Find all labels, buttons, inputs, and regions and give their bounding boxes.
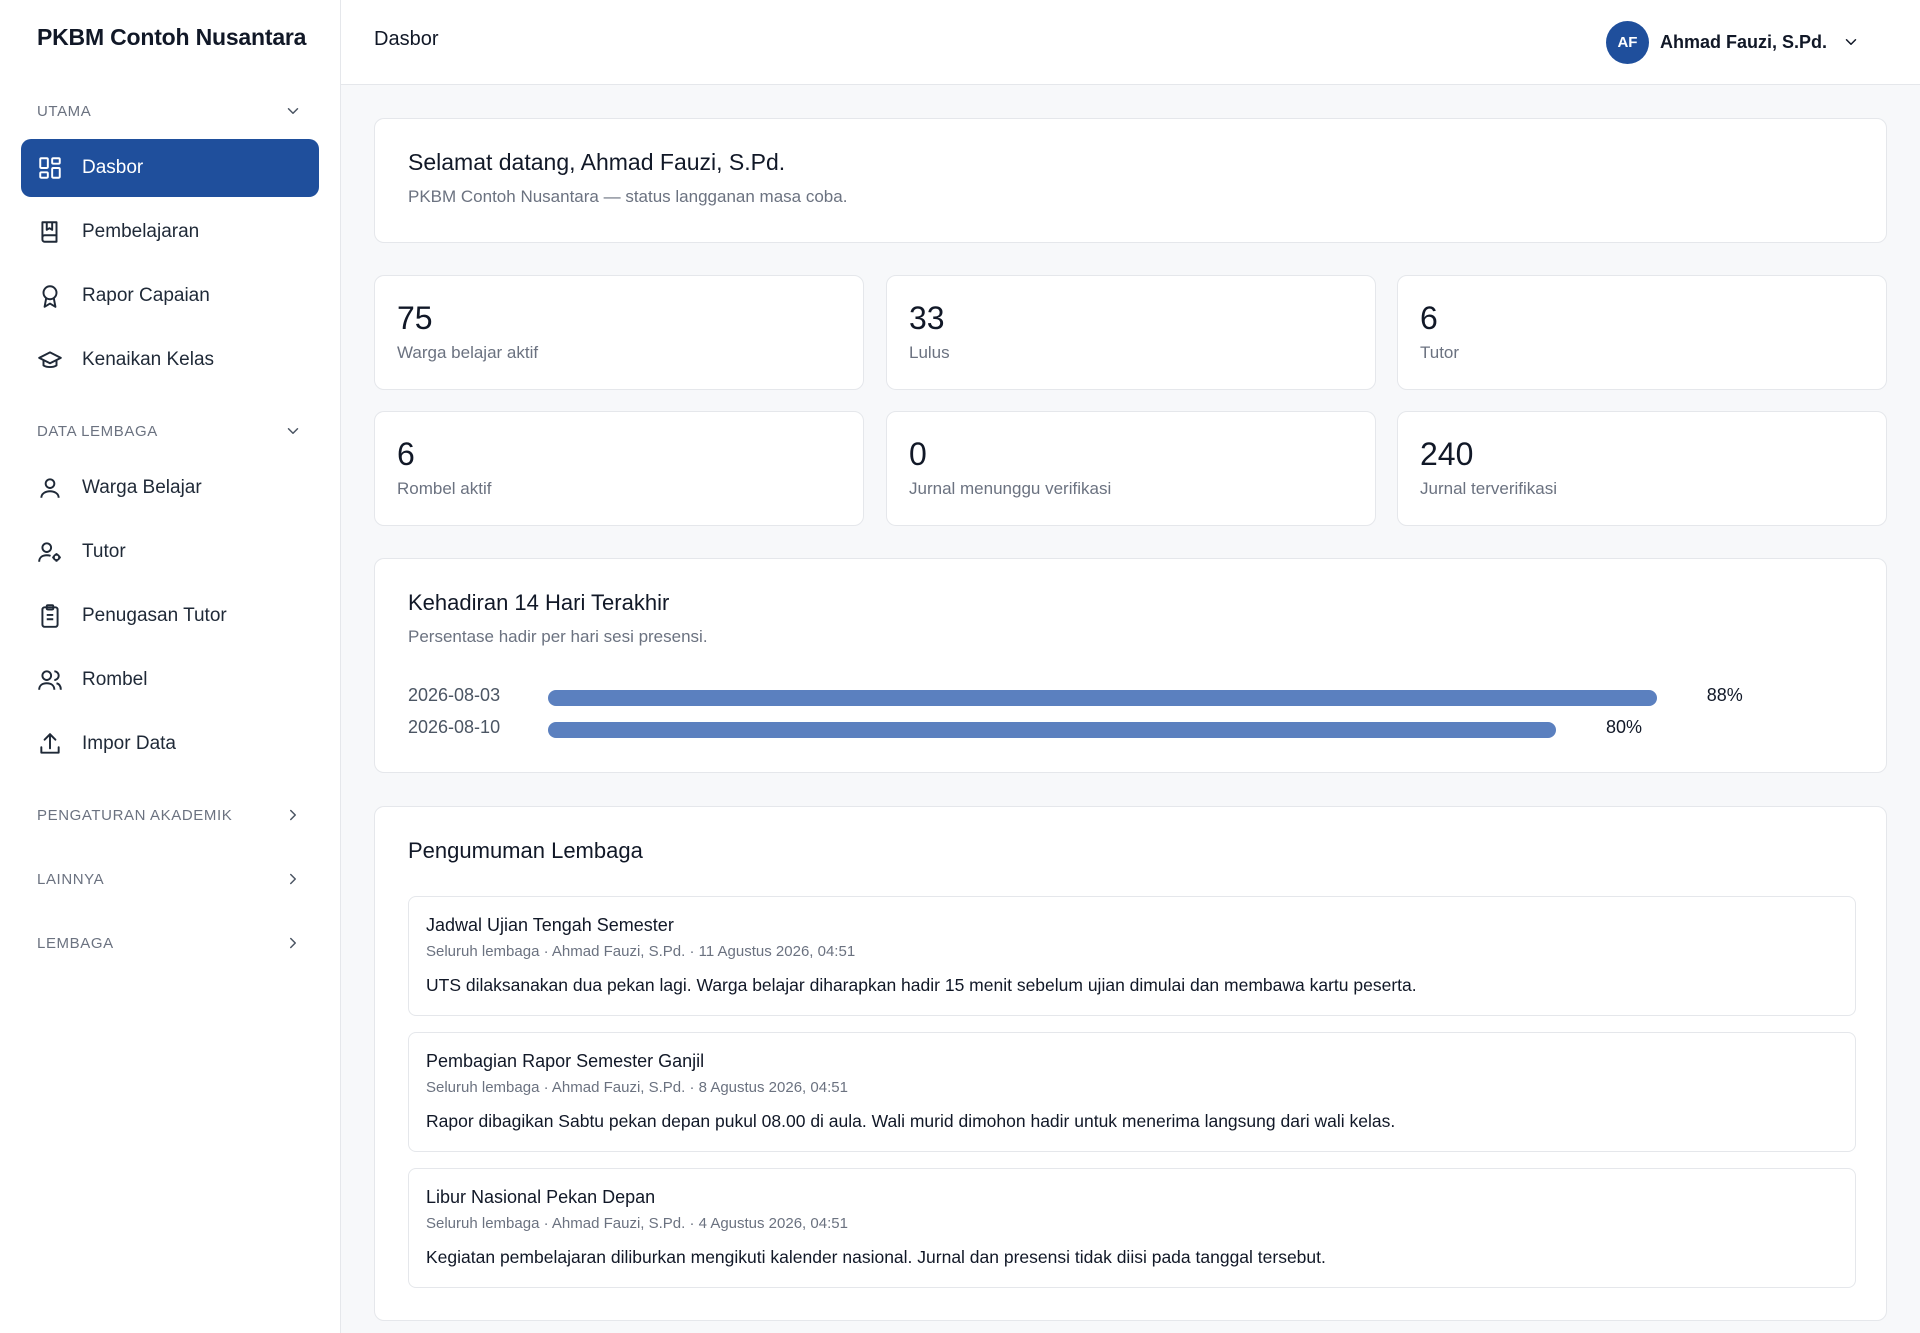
stat-label: Rombel aktif bbox=[397, 479, 492, 498]
sidebar-item-label: Kenaikan Kelas bbox=[82, 349, 215, 370]
sidebar: PKBM Contoh Nusantara UTAMA Dasbor Pembe… bbox=[0, 0, 341, 1333]
announcement-body: UTS dilaksanakan dua pekan lagi. Warga b… bbox=[426, 975, 1417, 995]
user-cog-icon bbox=[38, 542, 61, 562]
chevron-right-icon bbox=[290, 873, 296, 885]
upload-icon bbox=[40, 733, 60, 754]
section-utama[interactable]: UTAMA bbox=[37, 91, 304, 131]
stat-value: 0 bbox=[909, 436, 927, 472]
sidebar-item-label: Warga Belajar bbox=[82, 477, 202, 498]
clipboard-icon bbox=[41, 604, 59, 628]
stat-card-tutor: 6 Tutor bbox=[1397, 275, 1887, 390]
sidebar-item-kenaikan-kelas[interactable]: Kenaikan Kelas bbox=[21, 331, 319, 389]
stat-label: Lulus bbox=[909, 343, 950, 362]
stat-card-rombel-aktif: 6 Rombel aktif bbox=[374, 411, 864, 526]
sidebar-item-warga-belajar[interactable]: Warga Belajar bbox=[21, 459, 319, 517]
sidebar-item-rapor-capaian[interactable]: Rapor Capaian bbox=[21, 267, 319, 325]
stat-card-jurnal-terverifikasi: 240 Jurnal terverifikasi bbox=[1397, 411, 1887, 526]
section-lembaga[interactable]: LEMBAGA bbox=[37, 923, 304, 963]
attendance-date: 2026-08-03 bbox=[408, 685, 501, 705]
sidebar-item-impor-data[interactable]: Impor Data bbox=[21, 715, 319, 773]
sidebar-item-penugasan-tutor[interactable]: Penugasan Tutor bbox=[21, 587, 319, 645]
attendance-percent: 88% bbox=[1706, 685, 1743, 705]
chevron-right-icon bbox=[290, 937, 296, 949]
sidebar-item-label: Rombel bbox=[82, 669, 148, 690]
announcements-title: Pengumuman Lembaga bbox=[408, 838, 643, 863]
sidebar-item-label: Tutor bbox=[82, 541, 126, 562]
stat-label: Warga belajar aktif bbox=[397, 343, 539, 362]
chevron-right-icon bbox=[290, 809, 296, 821]
page-title: Dasbor bbox=[374, 28, 439, 50]
sidebar-item-label: Penugasan Tutor bbox=[82, 605, 227, 626]
attendance-row: 2026-08-10 80% bbox=[408, 715, 1858, 741]
brand-name: PKBM Contoh Nusantara bbox=[37, 24, 307, 50]
sidebar-item-dasbor[interactable]: Dasbor bbox=[21, 139, 319, 197]
section-data-lembaga[interactable]: DATA LEMBAGA bbox=[37, 411, 304, 451]
section-label: DATA LEMBAGA bbox=[37, 422, 158, 440]
attendance-percent: 80% bbox=[1605, 717, 1642, 737]
stat-card-lulus: 33 Lulus bbox=[886, 275, 1376, 390]
attendance-bar bbox=[548, 690, 1657, 706]
user-menu[interactable]: AF Ahmad Fauzi, S.Pd. bbox=[1605, 20, 1860, 64]
stat-label: Jurnal terverifikasi bbox=[1420, 479, 1557, 498]
sidebar-item-label: Dasbor bbox=[82, 157, 144, 178]
welcome-title: Selamat datang, Ahmad Fauzi, S.Pd. bbox=[408, 149, 786, 175]
announcements-card: Pengumuman Lembaga Jadwal Ujian Tengah S… bbox=[374, 806, 1887, 1321]
announcement-item[interactable]: Libur Nasional Pekan Depan Seluruh lemba… bbox=[408, 1168, 1856, 1288]
attendance-title: Kehadiran 14 Hari Terakhir bbox=[408, 590, 670, 615]
sidebar-item-rombel[interactable]: Rombel bbox=[21, 651, 319, 709]
chevron-down-icon bbox=[287, 428, 299, 434]
user-name: Ahmad Fauzi, S.Pd. bbox=[1659, 31, 1827, 52]
section-pengaturan-akademik[interactable]: PENGATURAN AKADEMIK bbox=[37, 795, 304, 835]
announcement-meta: Seluruh lembaga · Ahmad Fauzi, S.Pd. · 4… bbox=[426, 1215, 848, 1232]
section-label: LEMBAGA bbox=[37, 934, 114, 952]
sidebar-item-tutor[interactable]: Tutor bbox=[21, 523, 319, 581]
stat-value: 6 bbox=[397, 436, 415, 472]
section-label: LAINNYA bbox=[37, 870, 105, 888]
graduation-cap-icon bbox=[38, 351, 62, 369]
attendance-card: Kehadiran 14 Hari Terakhir Persentase ha… bbox=[374, 558, 1887, 773]
announcement-title: Libur Nasional Pekan Depan bbox=[426, 1187, 656, 1207]
stat-card-jurnal-menunggu: 0 Jurnal menunggu verifikasi bbox=[886, 411, 1376, 526]
users-icon bbox=[38, 670, 62, 690]
welcome-subtitle: PKBM Contoh Nusantara — status langganan… bbox=[408, 187, 848, 206]
attendance-subtitle: Persentase hadir per hari sesi presensi. bbox=[408, 627, 708, 646]
book-icon bbox=[41, 221, 58, 243]
sidebar-item-label: Impor Data bbox=[82, 733, 176, 754]
chevron-down-icon bbox=[287, 108, 299, 114]
stat-card-warga-aktif: 75 Warga belajar aktif bbox=[374, 275, 864, 390]
section-label: PENGATURAN AKADEMIK bbox=[37, 806, 233, 824]
attendance-bar bbox=[548, 722, 1556, 738]
announcement-body: Kegiatan pembelajaran diliburkan mengiku… bbox=[426, 1247, 1326, 1267]
stat-value: 75 bbox=[397, 300, 433, 336]
section-label: UTAMA bbox=[37, 102, 92, 120]
sidebar-item-label: Pembelajaran bbox=[82, 221, 200, 242]
announcement-title: Pembagian Rapor Semester Ganjil bbox=[426, 1051, 705, 1071]
stat-label: Tutor bbox=[1420, 343, 1460, 362]
announcement-item[interactable]: Jadwal Ujian Tengah Semester Seluruh lem… bbox=[408, 896, 1856, 1016]
welcome-card: Selamat datang, Ahmad Fauzi, S.Pd. PKBM … bbox=[374, 118, 1887, 243]
attendance-row: 2026-08-03 88% bbox=[408, 683, 1858, 709]
announcement-meta: Seluruh lembaga · Ahmad Fauzi, S.Pd. · 8… bbox=[426, 1079, 848, 1096]
sidebar-item-label: Rapor Capaian bbox=[82, 285, 210, 306]
stat-value: 33 bbox=[909, 300, 945, 336]
stat-value: 240 bbox=[1420, 436, 1474, 472]
avatar: AF bbox=[1605, 20, 1649, 64]
announcement-meta: Seluruh lembaga · Ahmad Fauzi, S.Pd. · 1… bbox=[426, 943, 856, 960]
attendance-track bbox=[548, 690, 1808, 706]
chevron-down-icon bbox=[1845, 39, 1857, 45]
stat-value: 6 bbox=[1420, 300, 1438, 336]
user-icon bbox=[40, 478, 60, 498]
sidebar-item-pembelajaran[interactable]: Pembelajaran bbox=[21, 203, 319, 261]
dashboard-icon bbox=[39, 157, 61, 179]
section-lainnya[interactable]: LAINNYA bbox=[37, 859, 304, 899]
announcement-item[interactable]: Pembagian Rapor Semester Ganjil Seluruh … bbox=[408, 1032, 1856, 1152]
announcement-body: Rapor dibagikan Sabtu pekan depan pukul … bbox=[426, 1111, 1396, 1131]
top-bar: Dasbor AF Ahmad Fauzi, S.Pd. bbox=[341, 0, 1920, 85]
attendance-date: 2026-08-10 bbox=[408, 717, 501, 737]
award-icon bbox=[42, 285, 58, 308]
stat-label: Jurnal menunggu verifikasi bbox=[909, 479, 1112, 498]
announcement-title: Jadwal Ujian Tengah Semester bbox=[426, 915, 674, 935]
